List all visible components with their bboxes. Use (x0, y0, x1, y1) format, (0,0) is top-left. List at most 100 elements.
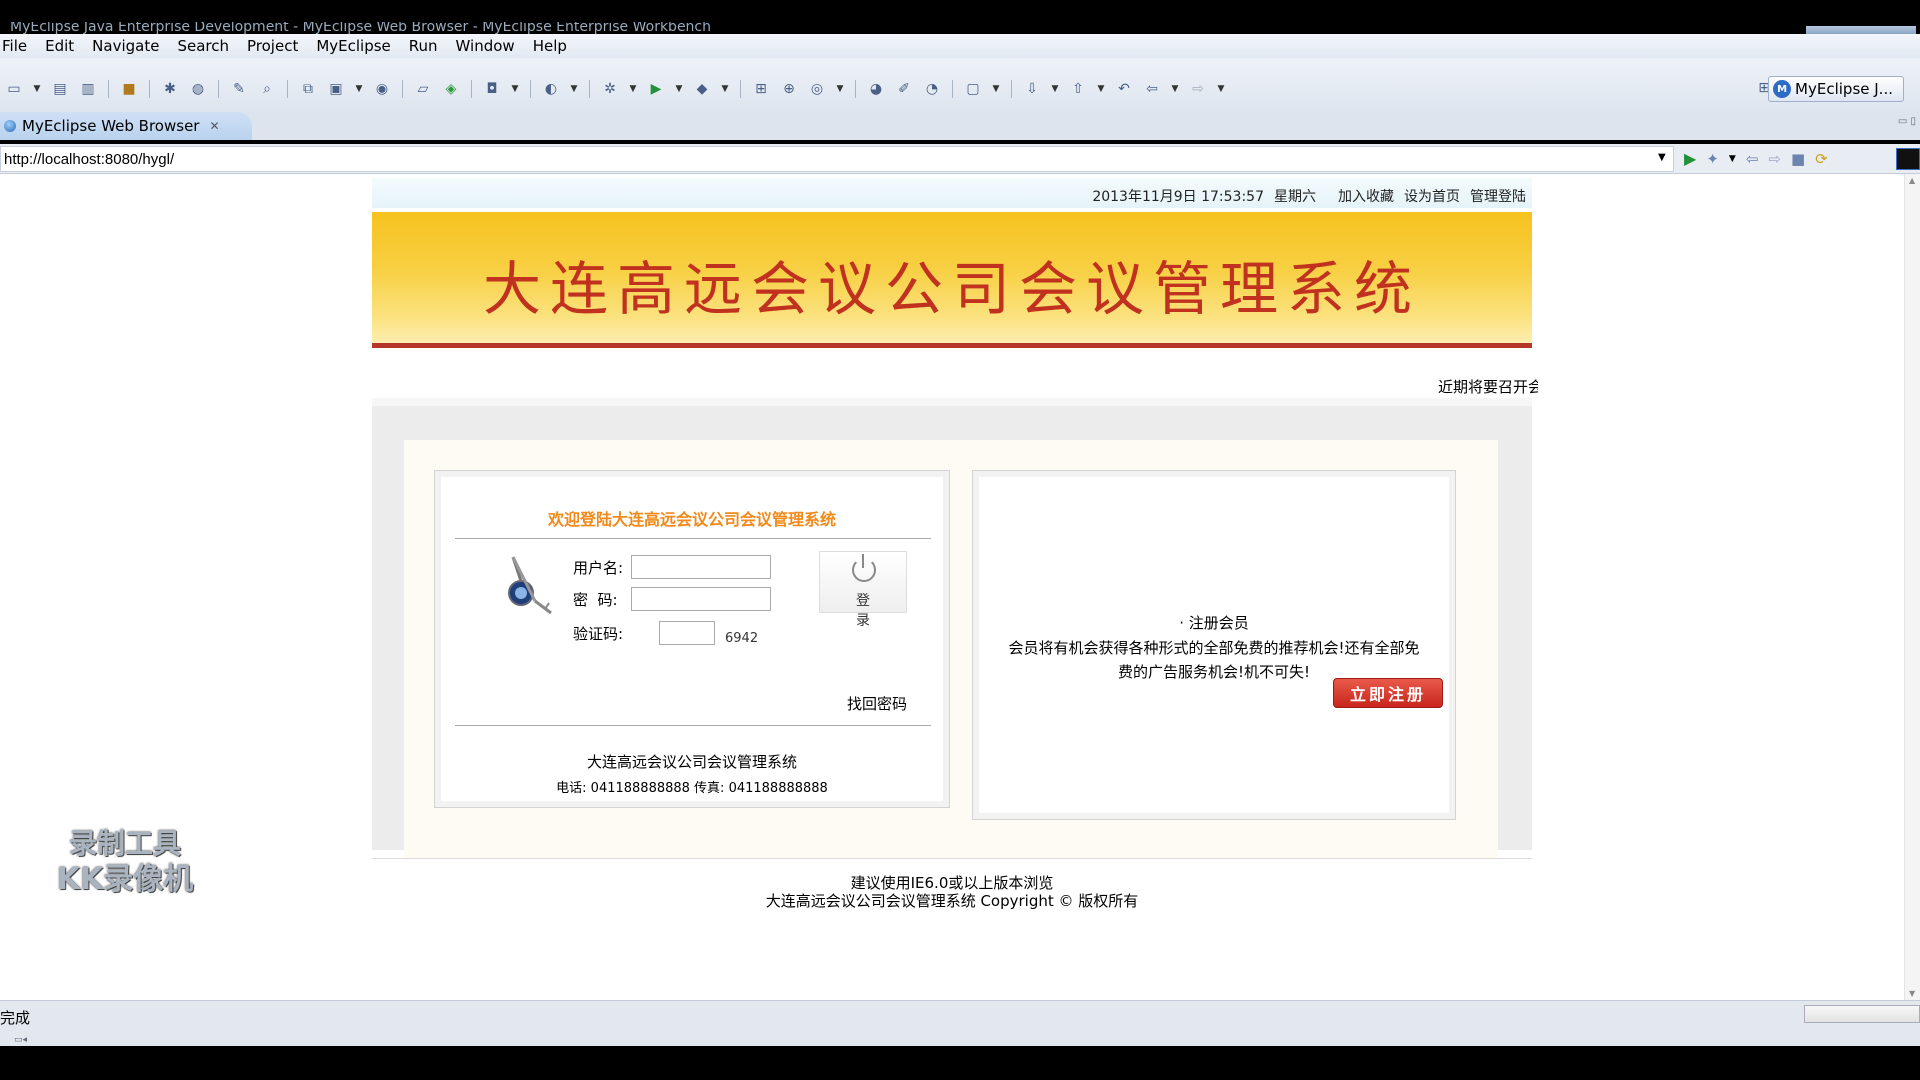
debug-dropdown-icon[interactable]: ▼ (628, 79, 638, 99)
prev-annotation-icon[interactable]: ⇧ (1068, 79, 1088, 99)
register-panel: · 注册会员 会员将有机会获得各种形式的全部免费的推荐机会!还有全部免费的广告服… (972, 470, 1456, 820)
footer-divider (372, 858, 1532, 859)
menu-file[interactable]: File (0, 34, 36, 58)
web-page: 2013年11月9日 17:53:57 星期六 加入收藏 设为首页 管理登陆 大… (372, 174, 1538, 1000)
screenshot-dropdown-icon[interactable]: ▼ (510, 79, 520, 99)
refresh-icon[interactable]: ◈ (441, 79, 461, 99)
vertical-scrollbar[interactable]: ▲ ▼ (1904, 174, 1920, 1000)
deploy-icon[interactable]: ✱ (160, 79, 180, 99)
favorite-icon[interactable]: ✦ (1706, 150, 1719, 168)
open-folder-icon[interactable]: ▱ (413, 79, 433, 99)
login-button-label: 登录 (856, 593, 900, 629)
myeclipse-logo-icon: M (1773, 80, 1792, 98)
admin-login-link[interactable]: 管理登陆 (1470, 186, 1526, 206)
open-task-icon[interactable]: ▢ (963, 79, 983, 99)
scroll-down-icon[interactable]: ▼ (1909, 989, 1915, 998)
set-homepage-link[interactable]: 设为首页 (1404, 186, 1460, 206)
close-tab-icon[interactable]: ✕ (209, 119, 219, 133)
debug-icon[interactable]: ✲ (600, 79, 620, 99)
browser-url-bar: ▼ ▶ ✦ ▼ ⇦ ⇨ ■ ⟳ (0, 144, 1920, 174)
new-class-dropdown-icon[interactable]: ▼ (354, 79, 364, 99)
captcha-input[interactable] (659, 621, 715, 645)
open-editor-icon[interactable]: ◕ (866, 79, 886, 99)
register-now-button[interactable]: 立即注册 (1333, 678, 1443, 708)
window-controls[interactable] (1806, 26, 1916, 34)
new-java-class-dropdown-icon[interactable]: ▼ (835, 79, 845, 99)
menu-myeclipse[interactable]: MyEclipse (307, 34, 399, 58)
run-dropdown-icon[interactable]: ▼ (674, 79, 684, 99)
captcha-label: 验证码: (573, 625, 624, 643)
perspective-label: MyEclipse J... (1795, 80, 1893, 98)
menu-window[interactable]: Window (447, 34, 524, 58)
last-edit-icon[interactable]: ↶ (1114, 79, 1134, 99)
browser-forward-icon[interactable]: ⇨ (1768, 150, 1781, 168)
status-text: 完成 (0, 1009, 31, 1027)
go-icon[interactable]: ▶ (1684, 149, 1696, 168)
menu-edit[interactable]: Edit (36, 34, 83, 58)
top-info-strip: 2013年11月9日 17:53:57 星期六 加入收藏 设为首页 管理登陆 (372, 178, 1532, 208)
browser-refresh-icon[interactable]: ⟳ (1815, 150, 1828, 168)
open-task-dropdown-icon[interactable]: ▼ (991, 79, 1001, 99)
new-package-icon[interactable]: ⊕ (779, 79, 799, 99)
watermark-line2: KK录像机 (56, 862, 194, 897)
menu-help[interactable]: Help (524, 34, 576, 58)
captcha-code[interactable]: 6942 (725, 631, 758, 646)
open-type-icon[interactable]: ✎ (229, 79, 249, 99)
menu-search[interactable]: Search (168, 34, 238, 58)
screenshot-icon[interactable]: ◘ (482, 79, 502, 99)
prev-annotation-dropdown-icon[interactable]: ▼ (1096, 79, 1106, 99)
forward-dropdown-icon[interactable]: ▼ (1216, 79, 1226, 99)
browser-back-icon[interactable]: ⇦ (1746, 150, 1759, 168)
open-resource-icon[interactable]: ⌕ (257, 79, 277, 99)
menu-project[interactable]: Project (238, 34, 307, 58)
login-panel: 欢迎登陆大连高远会议公司会议管理系统 用户名: 密 码: 验证码: 6942 登… (434, 470, 950, 808)
menu-navigate[interactable]: Navigate (83, 34, 168, 58)
new-wizard-icon[interactable]: ⧉ (298, 79, 318, 99)
forward-icon[interactable]: ⇨ (1188, 79, 1208, 99)
external-tools-dropdown-icon[interactable]: ▼ (720, 79, 730, 99)
register-description: 会员将有机会获得各种形式的全部免费的推荐机会!还有全部免费的广告服务机会!机不可… (1008, 639, 1420, 681)
next-annotation-icon[interactable]: ⇩ (1022, 79, 1042, 99)
favorite-dropdown-icon[interactable]: ▼ (1729, 154, 1736, 164)
announcement-marquee[interactable]: 近期将要召开会 (1438, 376, 1538, 397)
forgot-password-link[interactable]: 找回密码 (847, 693, 907, 714)
login-button[interactable]: 登录 (819, 551, 907, 629)
window-title: MyEclipse Java Enterprise Development - … (10, 22, 711, 34)
browser-icon[interactable]: ◉ (372, 79, 392, 99)
add-favorite-link[interactable]: 加入收藏 (1338, 186, 1394, 206)
build-icon[interactable]: ◐ (541, 79, 561, 99)
external-tools-icon[interactable]: ◆ (692, 79, 712, 99)
current-datetime: 2013年11月9日 17:53:57 (1092, 189, 1264, 205)
new-java-class-icon[interactable]: ◎ (807, 79, 827, 99)
search-java-icon[interactable]: ◔ (922, 79, 942, 99)
globe-icon (4, 120, 16, 132)
next-annotation-dropdown-icon[interactable]: ▼ (1050, 79, 1060, 99)
new-dropdown-icon[interactable]: ▼ (32, 79, 42, 99)
new-icon[interactable]: ▭ (4, 79, 24, 99)
password-input[interactable] (631, 587, 771, 611)
login-system-name: 大连高远会议公司会议管理系统 (586, 753, 797, 771)
minimize-maximize-icon[interactable]: ▭ ▯ (1898, 116, 1916, 127)
username-input[interactable] (631, 555, 771, 579)
url-input[interactable] (0, 146, 1674, 172)
new-class-icon[interactable]: ▣ (326, 79, 346, 99)
stop-icon[interactable]: ■ (1791, 150, 1805, 168)
url-history-dropdown-icon[interactable]: ▼ (1658, 152, 1666, 163)
save-icon[interactable]: ▤ (50, 79, 70, 99)
tab-web-browser[interactable]: MyEclipse Web Browser ✕ (0, 112, 252, 140)
back-icon[interactable]: ⇦ (1142, 79, 1162, 99)
server-icon[interactable]: ◍ (188, 79, 208, 99)
build-dropdown-icon[interactable]: ▼ (569, 79, 579, 99)
scroll-up-icon[interactable]: ▲ (1909, 176, 1915, 185)
divider (455, 538, 931, 539)
pen-icon[interactable]: ✐ (894, 79, 914, 99)
fast-view-icon[interactable]: ▭◂ (14, 1035, 27, 1045)
menu-run[interactable]: Run (400, 34, 447, 58)
run-icon[interactable]: ▶ (646, 79, 666, 99)
save-all-icon[interactable]: ▥ (78, 79, 98, 99)
perspective-switcher[interactable]: M MyEclipse J... (1768, 76, 1904, 102)
back-dropdown-icon[interactable]: ▼ (1170, 79, 1180, 99)
new-java-project-icon[interactable]: ⊞ (751, 79, 771, 99)
browser-extra-button[interactable] (1896, 148, 1920, 170)
package-icon[interactable]: ■ (119, 79, 139, 99)
